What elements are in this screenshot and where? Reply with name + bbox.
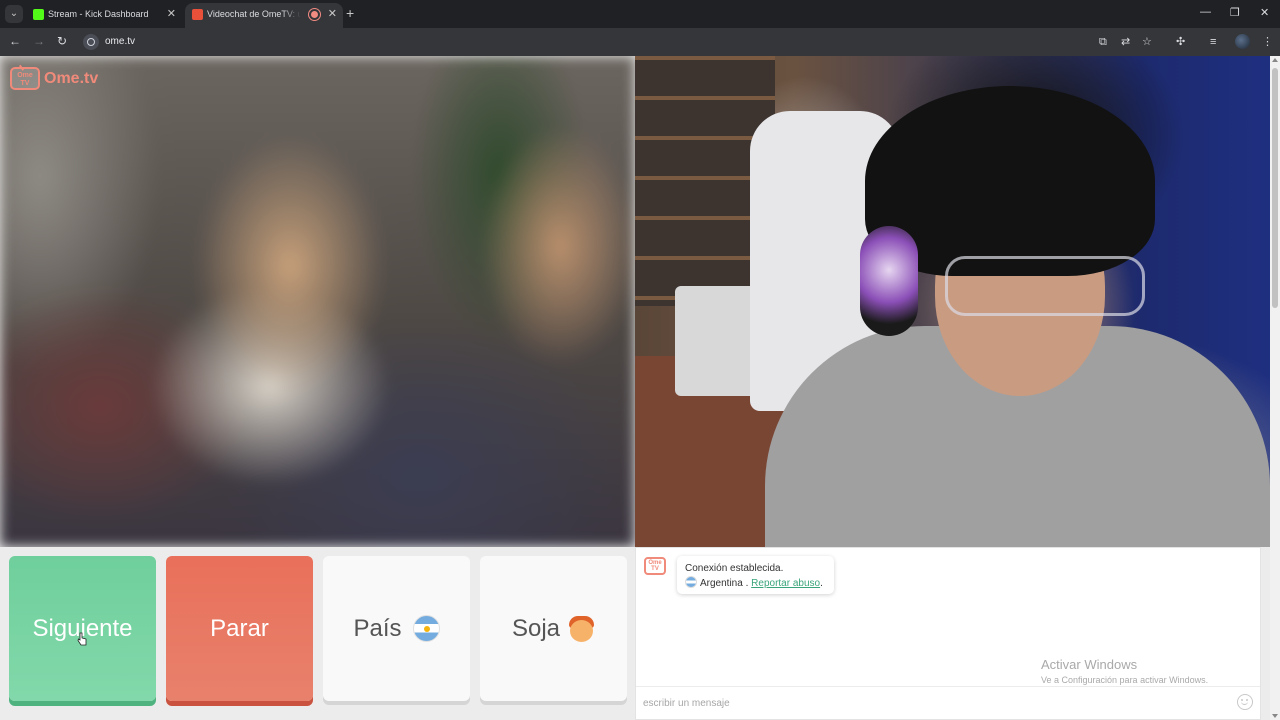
browser-tab-strip: ⌄ Stream - Kick Dashboard ✕ Videochat de… [0, 0, 1280, 28]
separator: . [742, 578, 752, 589]
close-tab-icon[interactable]: ✕ [328, 7, 337, 20]
minimize-icon[interactable]: — [1200, 6, 1211, 18]
country-name: Argentina [700, 578, 743, 589]
stop-button[interactable]: Parar [166, 556, 313, 701]
extensions-puzzle-icon[interactable]: ✣ [1176, 35, 1185, 49]
gender-button-label: Soja [511, 614, 561, 642]
country-filter-button[interactable]: País [323, 556, 470, 701]
tab-ometv[interactable]: Videochat de OmeTV: una alternativa ✕ [185, 3, 343, 28]
logo-wordmark: Ome.tv [44, 70, 99, 87]
cast-icon[interactable]: ⧉ [1099, 35, 1107, 49]
stop-button-label: Parar [210, 614, 269, 642]
back-arrow-icon[interactable]: ← [9, 34, 21, 48]
gender-filter-button[interactable]: Soja [480, 556, 627, 701]
system-message: Conexión establecida. Argentina . Report… [677, 556, 834, 594]
tab-title: Videochat de OmeTV: una alternativa [207, 9, 301, 19]
watermark-title: Activar Windows [1041, 657, 1138, 672]
chat-panel: Ome TV Conexión establecida. Argentina .… [635, 547, 1261, 720]
ometv-favicon-icon [192, 9, 203, 20]
address-toolbar: ← → ↻ ome.tv ⧉ ⇄ ☆ ✣ ≡ ⋮ [0, 28, 1280, 56]
windows-activation-watermark: Activar Windows Ve a Configuración para … [1041, 657, 1208, 685]
report-suffix: . [820, 578, 823, 589]
kebab-menu-icon[interactable]: ⋮ [1262, 35, 1273, 49]
message-input-bar [636, 686, 1260, 719]
emoji-smiley-icon[interactable] [1237, 694, 1253, 710]
scroll-up-arrow-icon[interactable] [1272, 58, 1278, 62]
close-tab-icon[interactable]: ✕ [167, 7, 176, 20]
tv-logo-icon: Ome TV [10, 67, 40, 90]
ometv-page: Ome TV Ome.tv Siguiente Parar País Soja [0, 56, 1270, 720]
scrollbar-thumb[interactable] [1272, 68, 1278, 308]
hand-cursor-icon [77, 632, 87, 646]
argentina-flag-icon [412, 615, 440, 642]
bookmark-star-icon[interactable]: ☆ [1142, 35, 1152, 49]
report-abuse-link[interactable]: Reportar abuso [751, 578, 820, 589]
country-button-label: País [353, 614, 402, 642]
tab-search-chevron-down-icon[interactable]: ⌄ [5, 5, 23, 23]
scroll-down-arrow-icon[interactable] [1272, 714, 1278, 718]
page-scrollbar[interactable] [1270, 56, 1280, 720]
glasses [945, 256, 1145, 316]
url-text[interactable]: ome.tv [105, 36, 135, 47]
boy-emoji-icon [568, 615, 595, 642]
logo-badge-top: Ome [17, 72, 33, 79]
message-input[interactable] [643, 694, 1223, 712]
site-info-icon[interactable] [83, 34, 99, 50]
ometv-chat-avatar-icon: Ome TV [644, 557, 666, 575]
argentina-flag-icon [685, 576, 697, 588]
logo-badge-bottom: TV [20, 80, 30, 87]
restore-icon[interactable]: ❐ [1230, 6, 1240, 19]
watermark-subtitle: Ve a Configuración para activar Windows. [1041, 675, 1209, 685]
recording-indicator-icon [309, 9, 320, 20]
new-tab-plus-icon[interactable]: + [346, 6, 354, 20]
close-window-icon[interactable]: ✕ [1260, 6, 1269, 19]
profile-avatar[interactable] [1235, 34, 1250, 49]
forward-arrow-icon[interactable]: → [33, 34, 45, 48]
media-control-icon[interactable]: ≡ [1210, 35, 1216, 49]
reload-icon[interactable]: ↻ [57, 34, 67, 48]
kick-favicon-icon [33, 9, 44, 20]
tab-title: Stream - Kick Dashboard [48, 9, 149, 19]
headphone [860, 226, 918, 336]
self-webcam-video [635, 56, 1270, 547]
next-button[interactable]: Siguiente [9, 556, 156, 701]
avatar-badge-bottom: TV [651, 566, 659, 572]
chat-controls: Siguiente Parar País Soja [0, 547, 635, 720]
tab-kick-dashboard[interactable]: Stream - Kick Dashboard ✕ [26, 3, 182, 28]
stranger-video [0, 56, 635, 547]
country-row: Argentina . Reportar abuso. [685, 576, 826, 591]
translate-icon[interactable]: ⇄ [1121, 35, 1130, 49]
connection-status: Conexión establecida. [685, 563, 784, 574]
